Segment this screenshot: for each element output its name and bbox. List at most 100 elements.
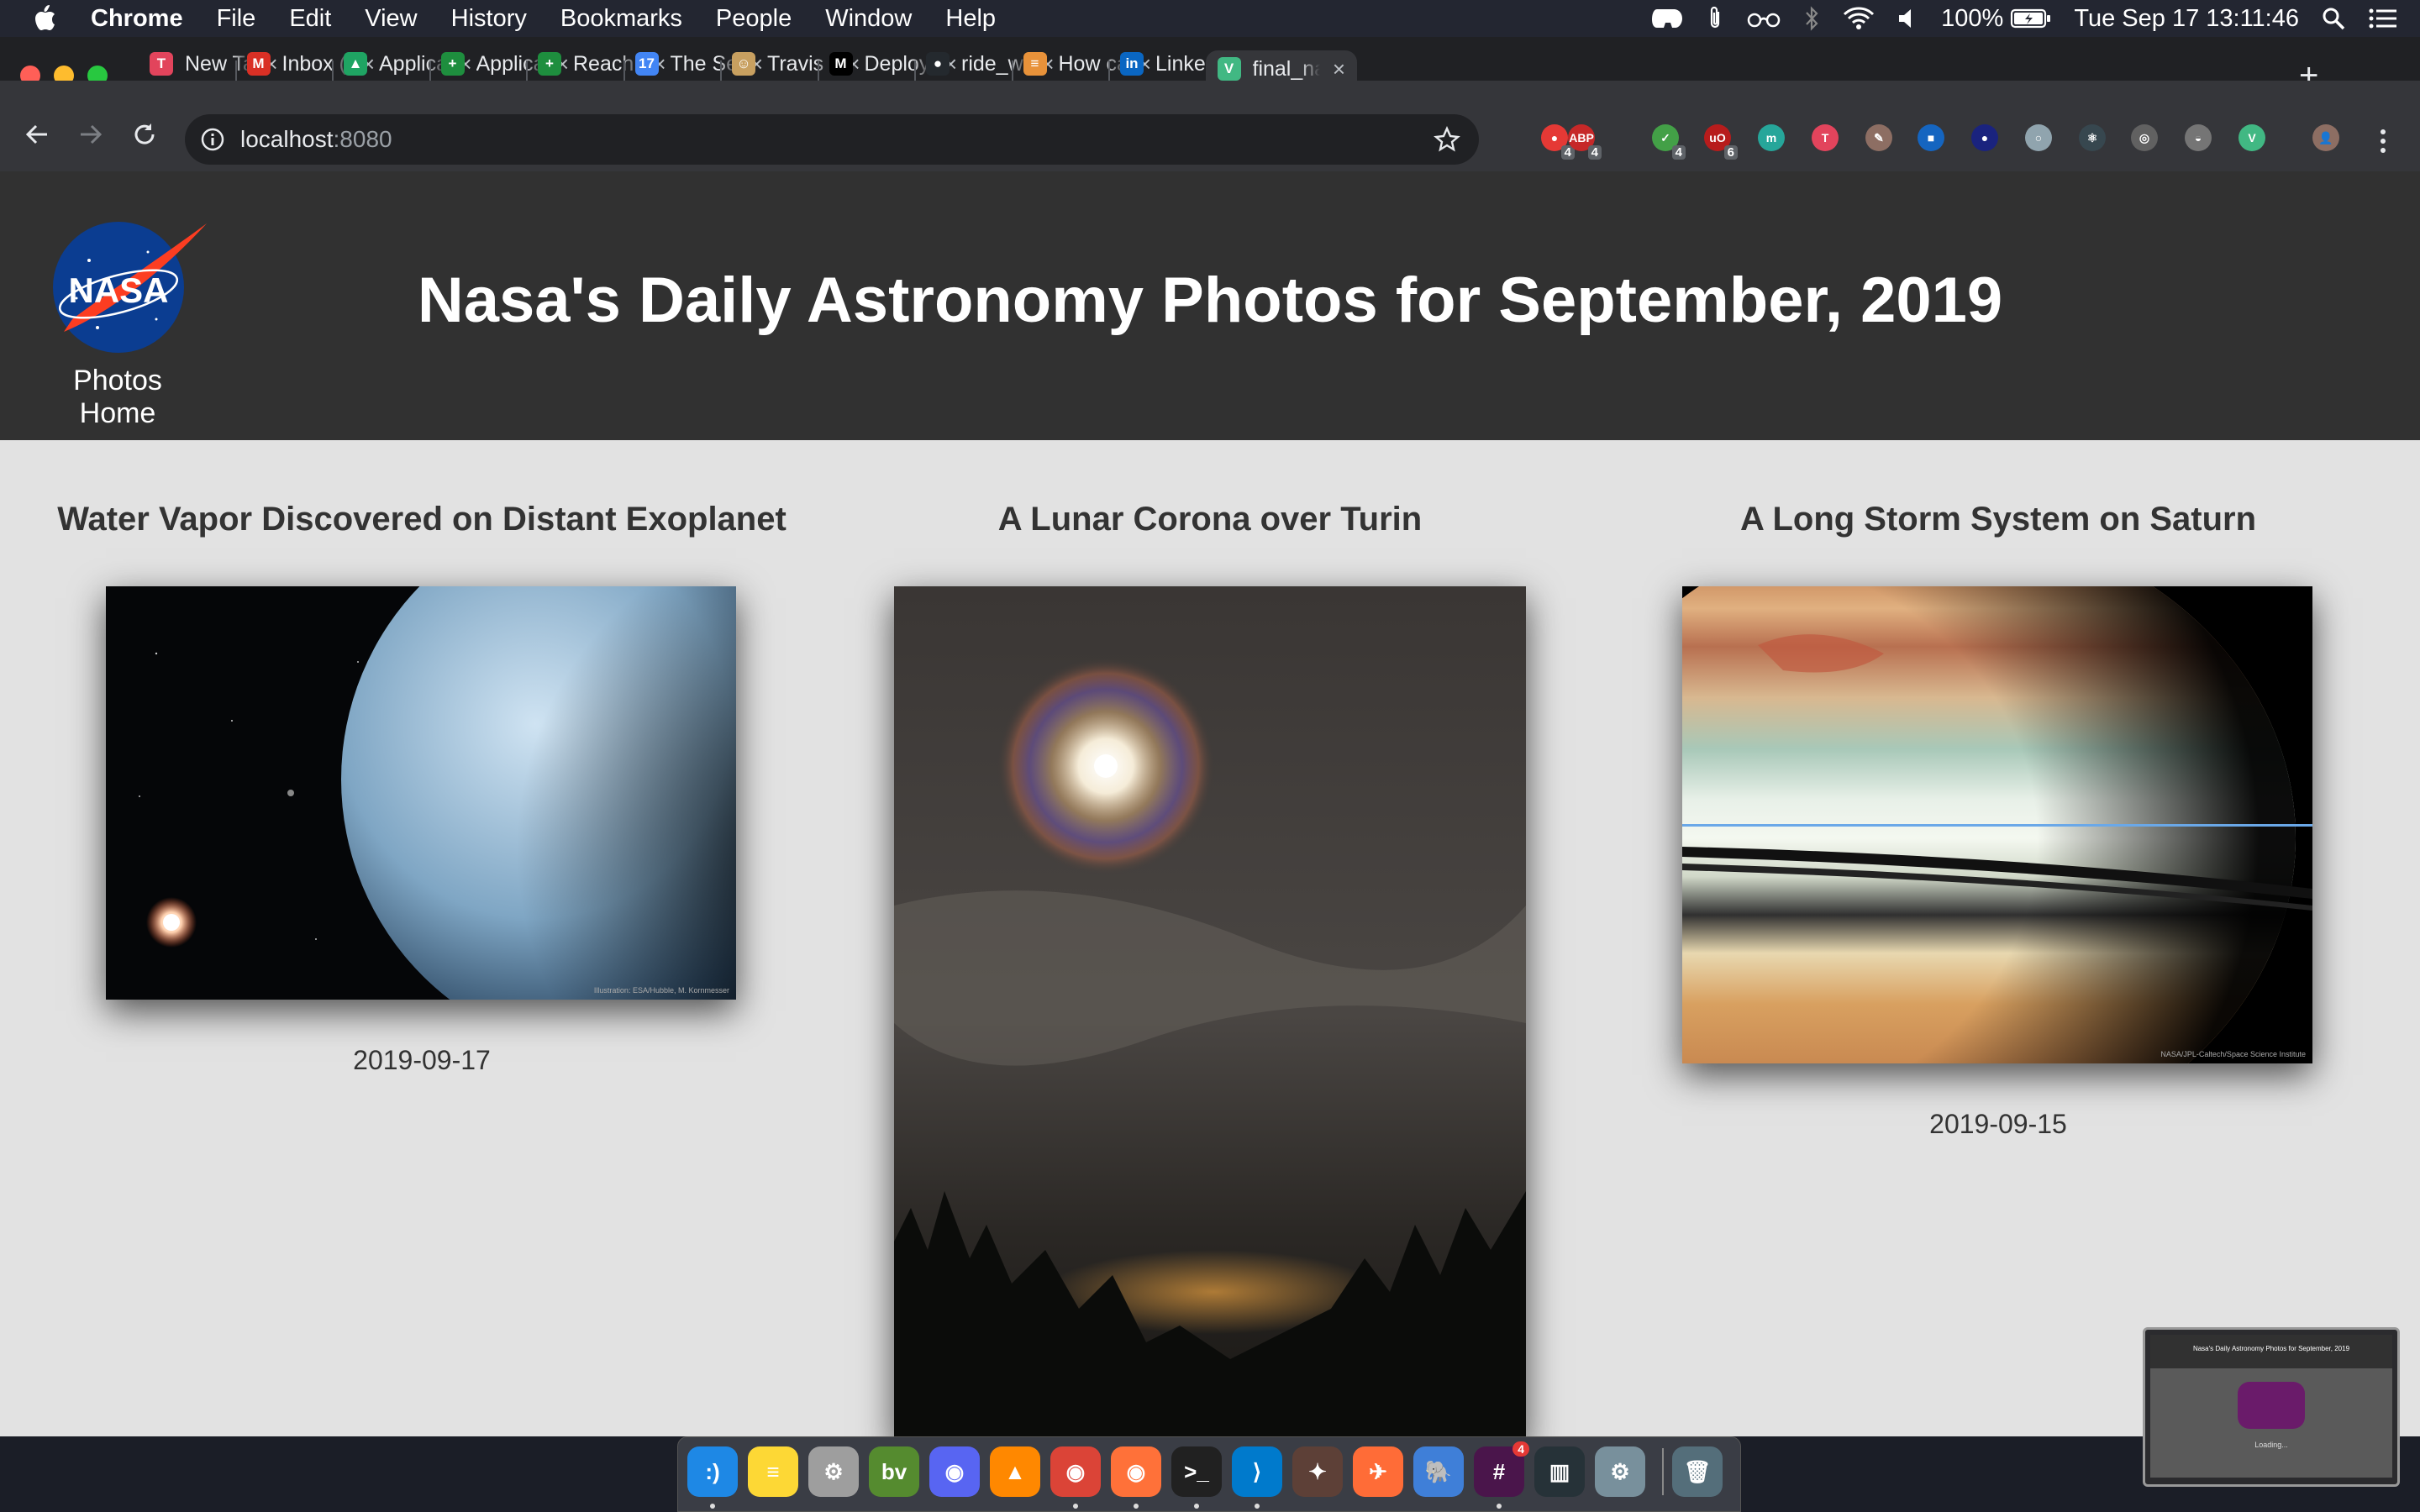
finder-icon[interactable]: :) bbox=[687, 1446, 738, 1497]
ext-nasa-icon[interactable]: ● bbox=[1971, 124, 1998, 151]
system-preferences-icon[interactable]: ⚙ bbox=[1595, 1446, 1645, 1497]
site-info-icon[interactable] bbox=[200, 127, 225, 152]
photo-title-3[interactable]: A Long Storm System on Saturn bbox=[1603, 501, 2393, 538]
google-drive-icon: ▲ bbox=[344, 52, 367, 76]
photo-title-2[interactable]: A Lunar Corona over Turin bbox=[815, 501, 1605, 538]
maven-icon[interactable]: ✦ bbox=[1292, 1446, 1343, 1497]
ext-abp-icon[interactable]: ABP 4 bbox=[1568, 124, 1602, 160]
profile-avatar[interactable]: 👤 bbox=[2312, 124, 2339, 151]
tab-favicon-new-tab: T bbox=[150, 52, 173, 76]
vscode-icon[interactable]: ⟩ bbox=[1232, 1446, 1282, 1497]
chrome-menu-icon[interactable] bbox=[2368, 126, 2398, 156]
tab-title: How ca bbox=[1058, 51, 1126, 76]
dock-icon-glyph: :) bbox=[705, 1458, 720, 1484]
menu-bookmarks[interactable]: Bookmarks bbox=[560, 5, 682, 33]
url-host: localhost bbox=[240, 126, 334, 152]
evernote-elephant-icon[interactable] bbox=[1650, 6, 1684, 31]
dock-icon-glyph: 🗑 bbox=[1683, 1458, 1712, 1484]
ext-pencil-icon[interactable]: ✎ bbox=[1865, 124, 1892, 151]
menu-bar-clock[interactable]: Tue Sep 17 13:11:46 bbox=[2074, 5, 2299, 33]
tab-title: New Ta bbox=[185, 51, 252, 76]
menu-file[interactable]: File bbox=[217, 5, 256, 33]
extension-glyph: ⚛ bbox=[2086, 130, 2098, 144]
discord-icon[interactable]: ◉ bbox=[929, 1446, 980, 1497]
ext-circle-icon[interactable]: m bbox=[1758, 124, 1785, 151]
dock-icon-glyph: ⚙ bbox=[823, 1458, 844, 1484]
photo-image-saturn-storm[interactable]: NASA/JPL-Caltech/Space Science Institute bbox=[1682, 586, 2312, 1063]
photo-title-1[interactable]: Water Vapor Discovered on Distant Exopla… bbox=[27, 501, 817, 538]
ext-square-icon[interactable]: ■ bbox=[1918, 124, 1944, 151]
bluetooth-icon[interactable] bbox=[1803, 5, 1820, 32]
dock-running-indicator bbox=[1255, 1504, 1260, 1509]
ext-ring-icon[interactable]: ○ bbox=[2025, 124, 2052, 151]
travis-ci-icon: ☺ bbox=[732, 52, 755, 76]
postman-icon[interactable]: ✈ bbox=[1353, 1446, 1403, 1497]
tab-close-icon[interactable]: × bbox=[1328, 56, 1350, 82]
omnibox-url[interactable]: localhost:8080 bbox=[240, 126, 392, 153]
menu-help[interactable]: Help bbox=[945, 5, 996, 33]
photo-image-exoplanet[interactable]: Illustration: ESA/Hubble, M. Kornmesser bbox=[106, 586, 736, 1000]
bbedit-icon[interactable]: bv bbox=[869, 1446, 919, 1497]
tab-title: Travis C bbox=[767, 51, 834, 76]
dock-icon-glyph: bv bbox=[881, 1458, 908, 1484]
photos-home-link[interactable]: Photos Home bbox=[35, 365, 200, 430]
photo-image-lunar-corona[interactable] bbox=[894, 586, 1526, 1436]
menu-window[interactable]: Window bbox=[825, 5, 912, 33]
bookmark-star-icon[interactable] bbox=[1434, 126, 1460, 157]
slack-icon[interactable]: #4 bbox=[1474, 1441, 1529, 1497]
dock-icon-glyph: ◉ bbox=[1065, 1458, 1086, 1484]
photo-credit-1: Illustration: ESA/Hubble, M. Kornmesser bbox=[593, 986, 729, 995]
menu-app-chrome[interactable]: Chrome bbox=[91, 5, 183, 33]
tableplus-icon[interactable]: 🐘 bbox=[1413, 1446, 1464, 1497]
extension-badge: 4 bbox=[1671, 145, 1686, 160]
ext-adblock-icon[interactable]: ● 4 bbox=[1541, 124, 1575, 160]
notification-center-icon[interactable] bbox=[2368, 7, 2398, 30]
spotlight-search-icon[interactable] bbox=[2321, 6, 2346, 31]
extension-glyph: ◎ bbox=[2139, 130, 2150, 144]
back-arrow-icon bbox=[25, 124, 47, 144]
battery-icon[interactable] bbox=[2010, 8, 2052, 29]
dock-icon-glyph: 🐘 bbox=[1424, 1458, 1453, 1484]
vlc-icon[interactable]: ▲ bbox=[990, 1446, 1040, 1497]
menu-edit[interactable]: Edit bbox=[289, 5, 331, 33]
dock-icon-glyph: ◉ bbox=[944, 1458, 965, 1484]
chrome-icon[interactable]: ◉ bbox=[1050, 1446, 1101, 1497]
glasses-icon[interactable] bbox=[1746, 8, 1781, 29]
volume-icon[interactable] bbox=[1897, 7, 1919, 30]
page-title: Nasa's Daily Astronomy Photos for Septem… bbox=[417, 265, 2003, 336]
dock-icon-glyph: ⚙ bbox=[1610, 1458, 1630, 1484]
stickies-icon[interactable]: ≡ bbox=[748, 1446, 798, 1497]
wifi-icon[interactable] bbox=[1842, 6, 1876, 31]
menu-history[interactable]: History bbox=[451, 5, 527, 33]
firefox-icon[interactable]: ◉ bbox=[1111, 1446, 1161, 1497]
forward-button[interactable] bbox=[76, 119, 106, 150]
ext-cloud-icon[interactable]: ◒ bbox=[2185, 124, 2212, 151]
activity-monitor-icon[interactable]: ▥ bbox=[1534, 1446, 1585, 1497]
tab-title: Inbox (3 bbox=[281, 51, 350, 76]
back-button[interactable] bbox=[22, 119, 52, 150]
extension-glyph: ABP bbox=[1569, 131, 1594, 144]
trash-icon[interactable]: 🗑 bbox=[1672, 1446, 1723, 1497]
ext-vue-icon[interactable]: V bbox=[2238, 124, 2265, 151]
dock-running-indicator bbox=[1073, 1504, 1078, 1509]
menu-view[interactable]: View bbox=[365, 5, 417, 33]
ext-ublock-icon[interactable]: uO 6 bbox=[1704, 124, 1738, 160]
extension-glyph: m bbox=[1765, 131, 1777, 144]
automator-icon[interactable]: ⚙ bbox=[808, 1446, 859, 1497]
menu-people[interactable]: People bbox=[716, 5, 792, 33]
extension-glyph: ◒ bbox=[2194, 131, 2202, 144]
ext-react-icon[interactable]: ⚛ bbox=[2079, 124, 2106, 151]
dock-icon-glyph: ▥ bbox=[1549, 1458, 1570, 1484]
omnibox-address-bar[interactable]: localhost:8080 bbox=[185, 114, 1479, 165]
paperclip-icon[interactable] bbox=[1706, 5, 1724, 32]
extension-badge: 6 bbox=[1723, 145, 1738, 160]
screenshot-thumbnail-preview[interactable]: Nasa's Daily Astronomy Photos for Septem… bbox=[2143, 1327, 2400, 1487]
ext-shield-icon[interactable]: ✓ 4 bbox=[1652, 124, 1686, 160]
reload-button[interactable] bbox=[129, 119, 160, 150]
thumbnail-loading-text: Loading... bbox=[2254, 1441, 2288, 1449]
dock-running-indicator bbox=[710, 1504, 715, 1509]
terminal-icon[interactable]: >_ bbox=[1171, 1446, 1222, 1497]
ext-t-icon[interactable]: T bbox=[1812, 124, 1839, 151]
apple-menu-icon[interactable] bbox=[32, 4, 66, 33]
ext-target-icon[interactable]: ◎ bbox=[2131, 124, 2158, 151]
